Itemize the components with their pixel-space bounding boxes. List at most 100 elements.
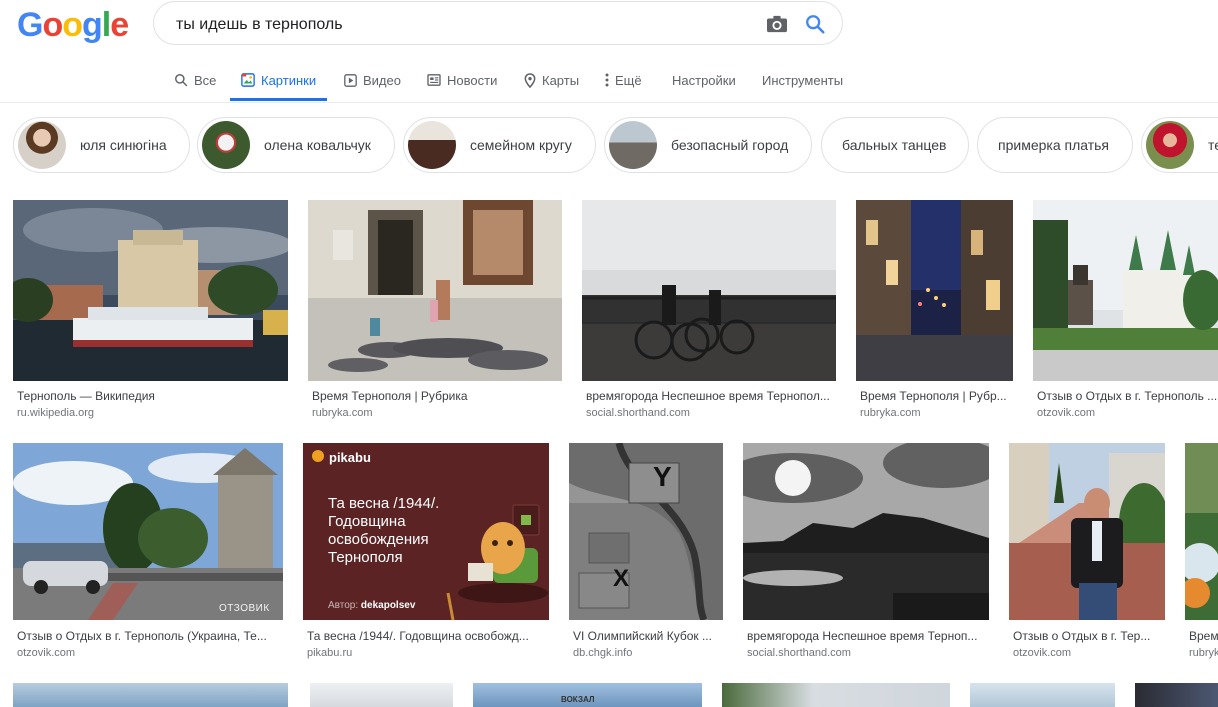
- chip-label: семейном кругу: [470, 137, 572, 153]
- result-title: Отзыв о Отдых в г. Тер...: [1013, 629, 1151, 643]
- result-source: otzovik.com: [1037, 407, 1096, 419]
- image-result[interactable]: ОТЗОВИК Отзыв о Отдых в г. Тернополь (Ук…: [13, 443, 283, 668]
- result-image: [13, 683, 288, 707]
- image-result[interactable]: Время rubryk: [1185, 443, 1218, 668]
- camera-icon[interactable]: [766, 14, 788, 34]
- image-result[interactable]: времягорода Неспешное время Тернопол... …: [582, 200, 836, 425]
- logo-letter: g: [82, 6, 103, 44]
- result-title: Отзыв о Отдых в г. Тернополь ...: [1037, 389, 1218, 403]
- station-sign: ВОКЗАЛ: [561, 695, 595, 704]
- result-image: [310, 683, 453, 707]
- chip-thumbnail: [18, 121, 66, 169]
- image-result[interactable]: Отзыв о Отдых в г. Тер... otzovik.com: [1009, 443, 1165, 668]
- result-image: [970, 683, 1115, 707]
- tab-more[interactable]: Ещё: [605, 60, 642, 100]
- pikabu-headline: Та весна /1944/. Годовщина освобождения …: [328, 495, 440, 566]
- logo-letter: e: [110, 6, 129, 44]
- pikabu-brand: pikabu: [329, 450, 371, 465]
- result-source: social.shorthand.com: [586, 407, 690, 419]
- tab-label: Все: [194, 72, 217, 88]
- chip-label: бальных танцев: [842, 137, 947, 153]
- chip-safe-city[interactable]: безопасный город: [604, 117, 812, 173]
- search-input[interactable]: [174, 12, 738, 38]
- search-box: [153, 1, 843, 45]
- tab-label: Карты: [542, 72, 580, 88]
- result-image: [13, 200, 288, 381]
- tab-label: Инструменты: [762, 72, 844, 88]
- result-image: [743, 443, 989, 620]
- image-result[interactable]: ВОКЗАЛ: [473, 683, 702, 707]
- tab-settings[interactable]: Настройки: [672, 60, 736, 100]
- result-title: VI Олимпийский Кубок ...: [573, 629, 712, 643]
- map-mark: Y: [653, 461, 672, 492]
- chip-thumbnail: [408, 121, 456, 169]
- image-result[interactable]: Время Тернополя | Рубрика rubryka.com: [308, 200, 562, 425]
- image-result[interactable]: Тернополь — Википедия ru.wikipedia.org: [13, 200, 288, 425]
- tab-videos[interactable]: Видео: [344, 60, 401, 100]
- chip-more[interactable]: те: [1141, 117, 1218, 173]
- result-source: social.shorthand.com: [747, 647, 851, 659]
- author-name: dekapolsev: [360, 600, 416, 611]
- result-image: [308, 200, 562, 381]
- watermark-text: ОТЗОВИК: [219, 603, 270, 614]
- image-result[interactable]: [13, 683, 288, 707]
- image-result[interactable]: времягорода Неспешное время Терноп... so…: [743, 443, 989, 668]
- result-source: ru.wikipedia.org: [17, 407, 95, 419]
- search-icon[interactable]: [804, 13, 826, 35]
- tab-tools[interactable]: Инструменты: [762, 60, 843, 100]
- logo-letter: o: [42, 6, 63, 44]
- result-image: [582, 200, 836, 381]
- result-title: Время Тернополя | Рубрика: [312, 389, 468, 403]
- chip-thumbnail: [609, 121, 657, 169]
- result-image: [856, 200, 1013, 381]
- result-source: otzovik.com: [1013, 647, 1072, 659]
- image-result[interactable]: pikabu Та весна /1944/. Годовщина освобо…: [303, 443, 549, 668]
- result-title: времягорода Неспешное время Терноп...: [747, 629, 978, 643]
- result-title: Тернополь — Википедия: [17, 389, 155, 403]
- chip-label: те: [1208, 137, 1218, 153]
- tab-label: Новости: [447, 72, 498, 88]
- chip-label: олена ковальчук: [264, 137, 371, 153]
- chip-label: примерка платья: [998, 137, 1110, 153]
- image-result[interactable]: Время Тернополя | Рубр... rubryka.com: [856, 200, 1013, 425]
- images-icon: [241, 73, 255, 87]
- chip-label: безопасный город: [671, 137, 789, 153]
- tab-images[interactable]: Картинки: [230, 60, 328, 101]
- image-result[interactable]: [970, 683, 1115, 707]
- chip-yulya[interactable]: юля синюгіна: [13, 117, 190, 173]
- result-image: ВОКЗАЛ: [473, 683, 702, 707]
- tab-label: Картинки: [261, 72, 317, 88]
- image-result[interactable]: [310, 683, 453, 707]
- result-image: [1185, 443, 1218, 620]
- tab-news[interactable]: Новости: [427, 60, 497, 100]
- tab-label: Видео: [363, 72, 401, 88]
- result-title: Время: [1189, 629, 1218, 643]
- result-image: Y X: [569, 443, 723, 620]
- google-logo[interactable]: Google: [17, 6, 129, 45]
- image-result[interactable]: [1135, 683, 1218, 707]
- result-source: rubryk: [1189, 647, 1218, 659]
- result-image: [1009, 443, 1165, 620]
- chip-thumbnail: [202, 121, 250, 169]
- map-pin-icon: [524, 72, 536, 88]
- logo-letter: G: [17, 6, 43, 44]
- result-image: ОТЗОВИК: [13, 443, 283, 620]
- chip-dances[interactable]: бальных танцев: [821, 117, 969, 173]
- chip-dress[interactable]: примерка платья: [977, 117, 1133, 173]
- result-source: rubryka.com: [860, 407, 921, 419]
- tab-maps[interactable]: Карты: [524, 60, 579, 100]
- result-title: времягорода Неспешное время Тернопол...: [586, 389, 830, 403]
- tab-label: Ещё: [615, 72, 642, 88]
- video-icon: [344, 73, 357, 87]
- result-source: otzovik.com: [17, 647, 76, 659]
- result-title: Отзыв о Отдых в г. Тернополь (Украина, Т…: [17, 629, 267, 643]
- result-source: db.chgk.info: [573, 647, 633, 659]
- image-result[interactable]: Отзыв о Отдых в г. Тернополь ... otzovik…: [1033, 200, 1218, 425]
- tab-label: Настройки: [672, 72, 736, 88]
- image-result[interactable]: Y X VI Олимпийский Кубок ... db.chgk.inf…: [569, 443, 723, 668]
- result-image: pikabu Та весна /1944/. Годовщина освобо…: [303, 443, 549, 620]
- chip-family[interactable]: семейном кругу: [403, 117, 596, 173]
- chip-olena[interactable]: олена ковальчук: [197, 117, 395, 173]
- image-result[interactable]: [722, 683, 950, 707]
- tab-all[interactable]: Все: [174, 60, 216, 100]
